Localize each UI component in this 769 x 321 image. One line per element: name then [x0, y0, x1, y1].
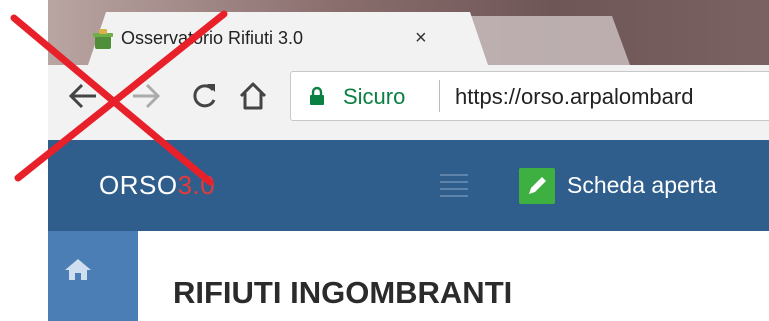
tab-close-button[interactable]: ×	[415, 28, 427, 48]
forward-arrow-icon[interactable]	[129, 76, 163, 116]
side-nav	[48, 231, 138, 321]
tab-title[interactable]: Osservatorio Rifiuti 3.0	[121, 28, 303, 49]
back-arrow-icon[interactable]	[66, 76, 100, 116]
brand-logo[interactable]: ORSO3.0	[99, 170, 215, 201]
omnibox-divider	[439, 80, 440, 112]
secure-label[interactable]: Sicuro	[343, 84, 405, 110]
reload-icon[interactable]	[187, 76, 221, 116]
pencil-icon[interactable]	[519, 168, 555, 204]
brand-version: 3.0	[177, 170, 216, 200]
home-icon[interactable]	[236, 76, 270, 116]
brand-name: ORSO	[99, 170, 178, 200]
lock-icon	[310, 86, 324, 105]
hamburger-menu-icon[interactable]	[440, 170, 468, 198]
home-icon[interactable]	[64, 257, 92, 281]
status-label[interactable]: Scheda aperta	[567, 172, 717, 199]
page-title: RIFIUTI INGOMBRANTI	[173, 275, 513, 310]
recycle-bin-icon	[93, 29, 113, 49]
url-text[interactable]: https://orso.arpalombard	[455, 84, 693, 110]
